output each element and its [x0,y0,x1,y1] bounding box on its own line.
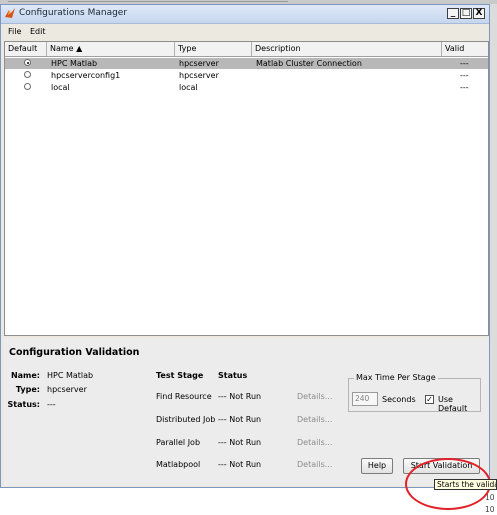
status-value: --- [47,400,56,409]
background-window-strip [490,4,497,488]
type-label: Type: [15,385,40,394]
stage-name: Matlabpool [156,460,201,469]
status-label: Status: [7,400,40,409]
test-stage-header: Test Stage [156,371,204,380]
maximize-button[interactable]: □ [460,8,472,19]
stage-status: --- Not Run [218,415,262,424]
max-time-legend: Max Time Per Stage [354,373,438,382]
details-link[interactable]: Details... [297,438,332,447]
seconds-label: Seconds [382,395,416,404]
table-row[interactable]: hpcserverconfig1 hpcserver --- [5,70,488,81]
validation-title: Configuration Validation [9,347,140,358]
details-link[interactable]: Details... [297,392,332,401]
configuration-validation-panel: Configuration Validation Name: HPC Matla… [4,338,489,486]
background-text: 10 [485,505,495,514]
title-bar[interactable]: Configurations Manager _ □ X [1,5,489,24]
stage-status: --- Not Run [218,392,262,401]
default-radio[interactable] [24,59,31,66]
column-type[interactable]: Type [175,42,252,56]
max-time-input[interactable]: 240 [352,392,378,406]
table-row[interactable]: HPC Matlab hpcserver Matlab Cluster Conn… [5,58,488,69]
tooltip: Starts the validat [434,479,497,490]
row-type: hpcserver [179,71,219,80]
configurations-table: Default Name ▲ Type Description Valid HP… [4,41,489,336]
details-link[interactable]: Details... [297,460,332,469]
default-radio[interactable] [24,71,31,78]
default-radio[interactable] [24,83,31,90]
name-value: HPC Matlab [47,371,94,380]
column-description[interactable]: Description [252,42,442,56]
use-default-checkbox[interactable]: ✓ [425,395,434,404]
row-name: local [51,83,70,92]
menu-edit[interactable]: Edit [30,27,46,36]
row-type: local [179,83,198,92]
column-valid[interactable]: Valid [442,42,488,56]
configurations-manager-window: Configurations Manager _ □ X File Edit D… [0,4,490,488]
stage-status: --- Not Run [218,460,262,469]
stage-name: Parallel Job [156,438,201,447]
row-name: hpcserverconfig1 [51,71,121,80]
column-name[interactable]: Name ▲ [47,42,175,56]
stage-name: Distributed Job [156,415,216,424]
type-value: hpcserver [47,385,87,394]
row-type: hpcserver [179,59,219,68]
row-name: HPC Matlab [51,59,98,68]
details-link[interactable]: Details... [297,415,332,424]
column-default[interactable]: Default [5,42,47,56]
menu-bar: File Edit [1,25,489,39]
close-button[interactable]: X [473,8,485,19]
name-label: Name: [10,371,40,380]
help-button[interactable]: Help [361,458,393,474]
table-header: Default Name ▲ Type Description Valid [5,42,488,57]
matlab-logo-icon [5,8,15,18]
table-row[interactable]: local local --- [5,82,488,93]
max-time-group: Max Time Per Stage 240 Seconds ✓ Use Def… [348,373,481,413]
row-valid: --- [460,71,469,80]
use-default-label: Use Default [438,395,468,413]
row-description: Matlab Cluster Connection [256,59,362,68]
stage-status: --- Not Run [218,438,262,447]
status-header: Status [218,371,248,380]
row-valid: --- [460,59,469,68]
stage-name: Find Resource [156,392,212,401]
menu-file[interactable]: File [8,27,21,36]
row-valid: --- [460,83,469,92]
window-title: Configurations Manager [19,8,128,18]
minimize-button[interactable]: _ [447,8,459,19]
